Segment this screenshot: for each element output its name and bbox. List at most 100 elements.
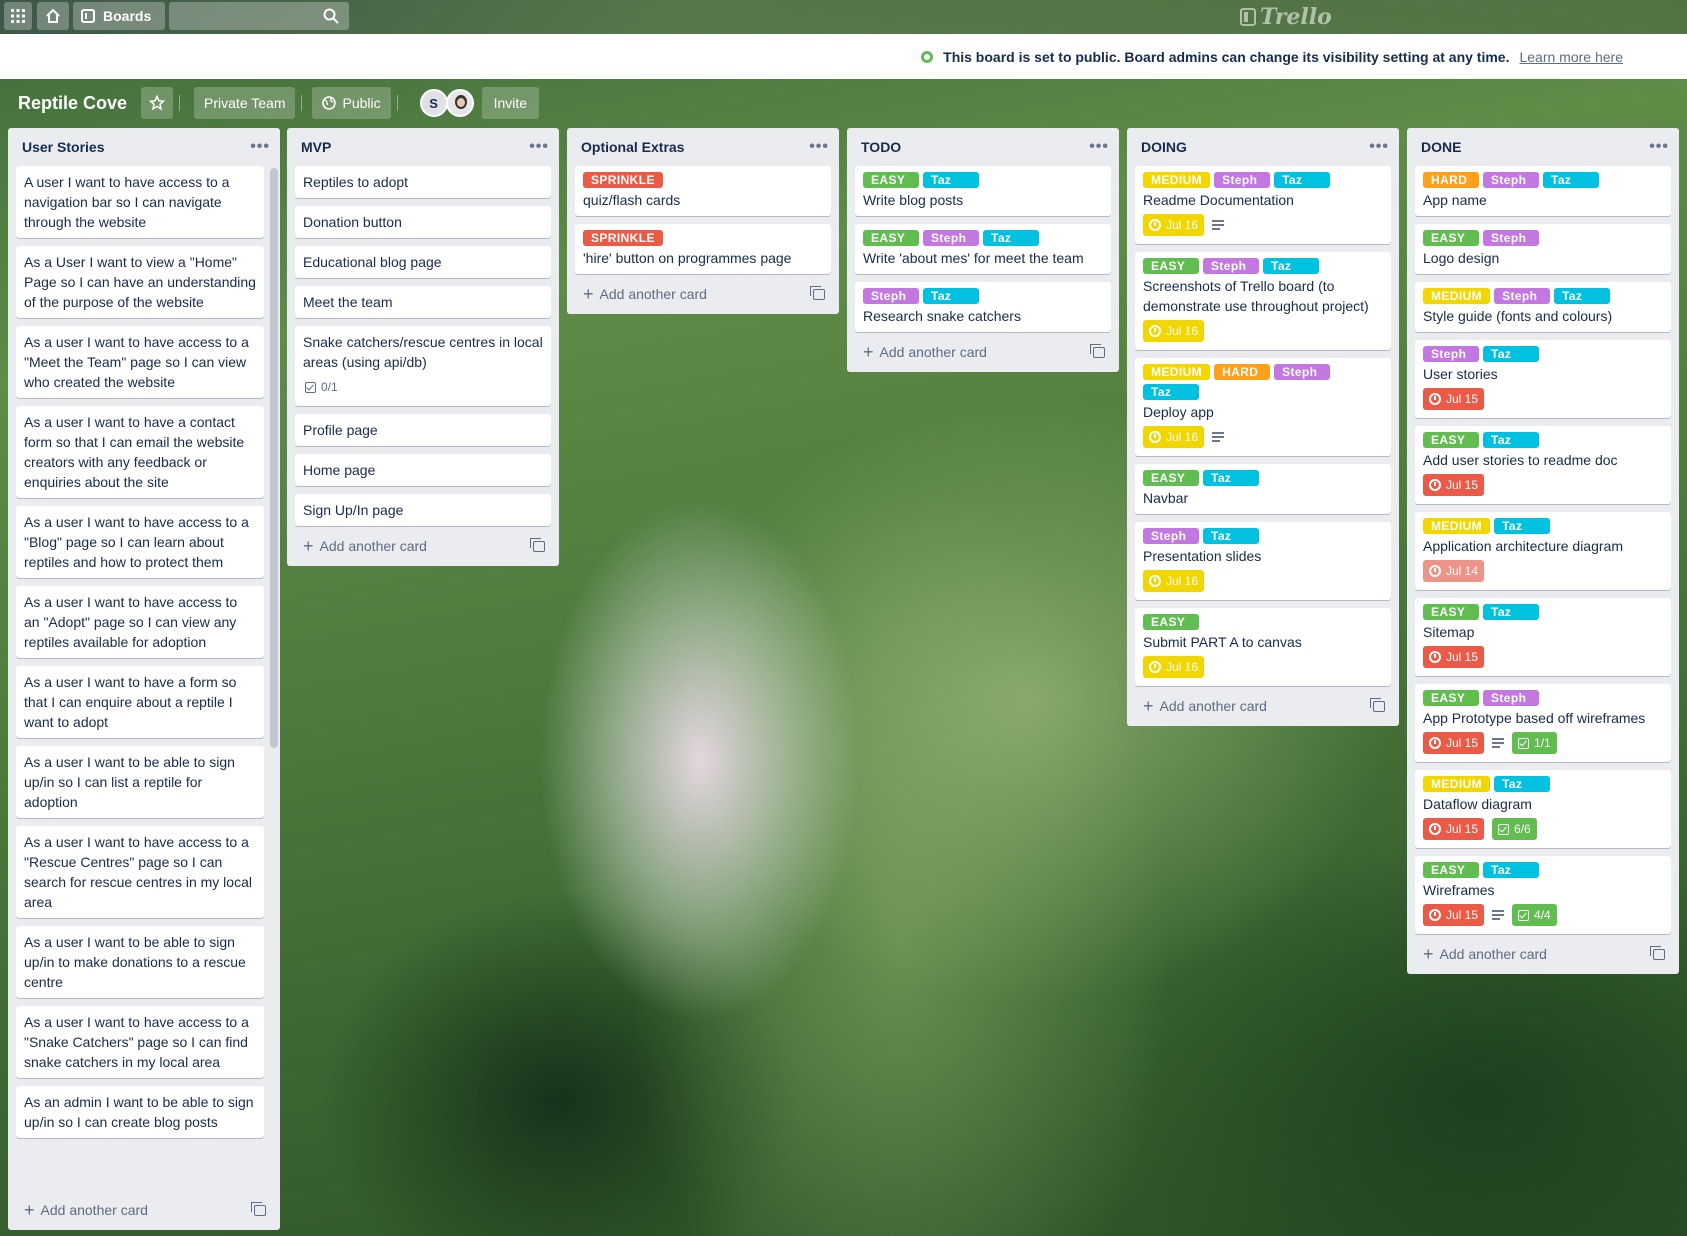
card[interactable]: As a user I want to have access to a "Me… <box>16 326 264 398</box>
list-title[interactable]: DOING <box>1141 139 1187 155</box>
label-steph[interactable]: Steph <box>1203 258 1259 274</box>
label-taz[interactable]: Taz <box>1494 518 1551 534</box>
card[interactable]: EASY Taz Sitemap Jul 15 <box>1415 598 1671 676</box>
apps-grid-icon[interactable] <box>4 2 32 30</box>
card[interactable]: HARD Steph Taz App name <box>1415 166 1671 216</box>
add-card-button[interactable]: + Add another card <box>8 1190 280 1230</box>
card-template-icon[interactable] <box>1090 343 1105 358</box>
label-hard[interactable]: HARD <box>1214 364 1271 380</box>
label-easy[interactable]: EASY <box>1423 604 1479 620</box>
learn-more-link[interactable]: Learn more here <box>1519 49 1623 65</box>
more-options-icon[interactable]: ••• <box>1649 139 1669 155</box>
list-title[interactable]: MVP <box>301 139 331 155</box>
team-button[interactable]: Private Team <box>194 87 296 119</box>
card[interactable]: As a user I want to have a form so that … <box>16 666 264 738</box>
card[interactable]: Meet the team <box>295 286 551 318</box>
label-steph[interactable]: Steph <box>1214 172 1271 188</box>
label-medium[interactable]: MEDIUM <box>1423 288 1491 304</box>
label-medium[interactable]: MEDIUM <box>1423 776 1491 792</box>
label-taz[interactable]: Taz <box>1483 346 1539 362</box>
card[interactable]: SPRINKLE quiz/flash cards <box>575 166 831 216</box>
due-date-badge[interactable]: Jul 15 <box>1423 818 1485 840</box>
label-steph[interactable]: Steph <box>1494 288 1551 304</box>
label-steph[interactable]: Steph <box>1143 528 1199 544</box>
label-steph[interactable]: Steph <box>1483 230 1539 246</box>
card-template-icon[interactable] <box>251 1201 266 1216</box>
due-date-badge[interactable]: Jul 16 <box>1143 320 1205 342</box>
boards-button[interactable]: Boards <box>73 2 165 30</box>
card[interactable]: EASY Taz Add user stories to readme doc Jul… <box>1415 426 1671 504</box>
label-taz[interactable]: Taz <box>1143 384 1199 400</box>
card[interactable]: Profile page <box>295 414 551 446</box>
card[interactable]: Sign Up/In page <box>295 494 551 526</box>
card-template-icon[interactable] <box>1370 697 1385 712</box>
label-medium[interactable]: MEDIUM <box>1143 364 1211 380</box>
card[interactable]: As a user I want to have access to an "A… <box>16 586 264 658</box>
due-date-badge[interactable]: Jul 16 <box>1143 570 1205 592</box>
card[interactable]: A user I want to have access to a naviga… <box>16 166 264 238</box>
list-scrollbar[interactable] <box>270 168 278 748</box>
label-easy[interactable]: EASY <box>1423 862 1479 878</box>
label-taz[interactable]: Taz <box>1483 862 1539 878</box>
card[interactable]: As a user I want to have access to a "Bl… <box>16 506 264 578</box>
more-options-icon[interactable]: ••• <box>529 139 549 155</box>
label-steph[interactable]: Steph <box>1483 690 1539 706</box>
more-options-icon[interactable]: ••• <box>1089 139 1109 155</box>
add-card-button[interactable]: + Add another card <box>1407 934 1679 974</box>
card-template-icon[interactable] <box>810 285 825 300</box>
card[interactable]: As a user I want to have access to a "Sn… <box>16 1006 264 1078</box>
label-easy[interactable]: EASY <box>863 230 919 246</box>
label-taz[interactable]: Taz <box>983 230 1039 246</box>
card[interactable]: EASY Steph Taz Screenshots of Trello board … <box>1135 252 1391 350</box>
card[interactable]: As a User I want to view a "Home" Page s… <box>16 246 264 318</box>
star-button[interactable] <box>141 87 174 119</box>
board-title[interactable]: Reptile Cove <box>18 93 127 114</box>
label-taz[interactable]: Taz <box>1263 258 1319 274</box>
card[interactable]: MEDIUM HARD Steph Taz Deploy app Jul 16 <box>1135 358 1391 456</box>
card[interactable]: As a user I want to have access to a "Re… <box>16 826 264 918</box>
label-taz[interactable]: Taz <box>1274 172 1331 188</box>
card[interactable]: Home page <box>295 454 551 486</box>
label-steph[interactable]: Steph <box>923 230 979 246</box>
card[interactable]: As a user I want to have a contact form … <box>16 406 264 498</box>
list-title[interactable]: TODO <box>861 139 901 155</box>
add-card-button[interactable]: + Add another card <box>567 274 839 314</box>
label-easy[interactable]: EASY <box>1423 432 1479 448</box>
visibility-button[interactable]: Public <box>312 87 391 119</box>
card[interactable]: Snake catchers/rescue centres in local a… <box>295 326 551 406</box>
label-steph[interactable]: Steph <box>1483 172 1539 188</box>
label-taz[interactable]: Taz <box>1483 604 1539 620</box>
avatar[interactable] <box>445 89 474 117</box>
card[interactable]: EASY Taz Wireframes Jul 15 4/4 <box>1415 856 1671 934</box>
due-date-badge[interactable]: Jul 16 <box>1143 214 1205 236</box>
card[interactable]: EASY Steph Taz Write 'about mes' for meet t… <box>855 224 1111 274</box>
add-card-button[interactable]: + Add another card <box>287 526 559 566</box>
card[interactable]: EASY Taz Navbar <box>1135 464 1391 514</box>
label-steph[interactable]: Steph <box>1423 346 1479 362</box>
label-medium[interactable]: MEDIUM <box>1423 518 1491 534</box>
label-taz[interactable]: Taz <box>1203 528 1259 544</box>
due-date-badge[interactable]: Jul 15 <box>1423 474 1485 496</box>
label-taz[interactable]: Taz <box>1494 776 1551 792</box>
card[interactable]: MEDIUM Taz Application architecture diagra… <box>1415 512 1671 590</box>
list-title[interactable]: User Stories <box>22 139 104 155</box>
label-taz[interactable]: Taz <box>923 288 979 304</box>
invite-button[interactable]: Invite <box>481 87 540 119</box>
due-date-badge[interactable]: Jul 15 <box>1423 732 1485 754</box>
label-easy[interactable]: EASY <box>1143 614 1199 630</box>
card[interactable]: EASY Taz Write blog posts <box>855 166 1111 216</box>
card[interactable]: As a user I want to be able to sign up/i… <box>16 746 264 818</box>
label-taz[interactable]: Taz <box>1483 432 1539 448</box>
card[interactable]: EASY Submit PART A to canvas Jul 16 <box>1135 608 1391 686</box>
card[interactable]: MEDIUM Steph Taz Style guide (fonts and col… <box>1415 282 1671 332</box>
label-easy[interactable]: EASY <box>1143 470 1199 486</box>
card[interactable]: Reptiles to adopt <box>295 166 551 198</box>
due-date-badge[interactable]: Jul 16 <box>1143 426 1205 448</box>
card[interactable]: EASY Steph Logo design <box>1415 224 1671 274</box>
card-template-icon[interactable] <box>530 537 545 552</box>
avatar[interactable]: S <box>419 89 448 117</box>
add-card-button[interactable]: + Add another card <box>847 332 1119 372</box>
label-sprinkle[interactable]: SPRINKLE <box>583 230 663 246</box>
list-title[interactable]: Optional Extras <box>581 139 684 155</box>
due-date-badge[interactable]: Jul 14 <box>1423 560 1485 582</box>
